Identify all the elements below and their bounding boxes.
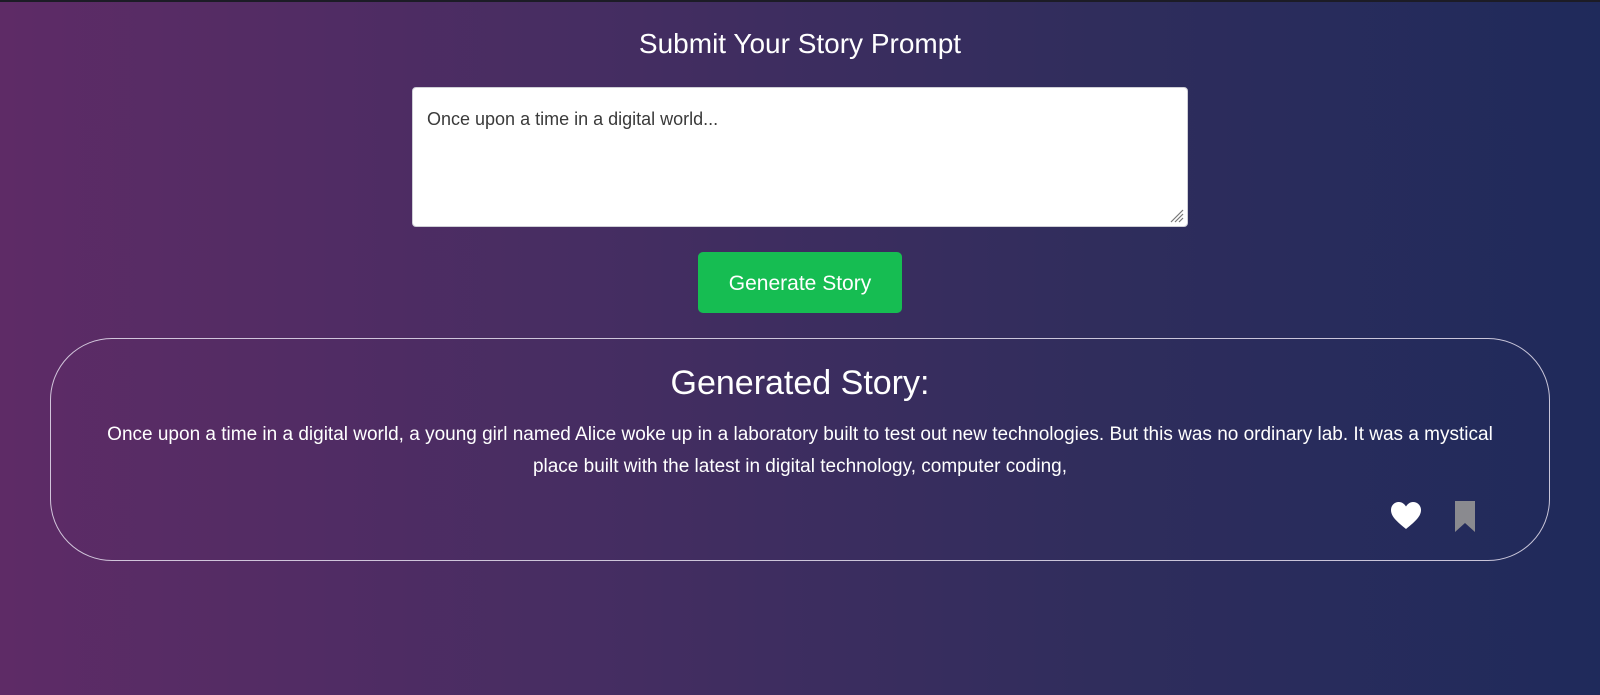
page-title: Submit Your Story Prompt xyxy=(638,28,962,59)
generated-story-card: Generated Story: Once upon a time in a d… xyxy=(50,338,1550,561)
generate-story-button[interactable]: Generate Story xyxy=(698,252,902,313)
window-top-border xyxy=(0,0,1600,2)
resize-grip-icon[interactable] xyxy=(1168,207,1184,223)
generated-story-heading: Generated Story: xyxy=(670,364,930,402)
bookmark-button[interactable] xyxy=(1448,499,1482,533)
generated-story-text: Once upon a time in a digital world, a y… xyxy=(107,424,1493,477)
bookmark-icon xyxy=(1455,500,1475,532)
heart-icon xyxy=(1391,502,1421,529)
story-prompt-textarea[interactable]: Once upon a time in a digital world... xyxy=(412,87,1188,227)
like-button[interactable] xyxy=(1389,499,1423,533)
story-prompt-value: Once upon a time in a digital world... xyxy=(427,109,719,129)
